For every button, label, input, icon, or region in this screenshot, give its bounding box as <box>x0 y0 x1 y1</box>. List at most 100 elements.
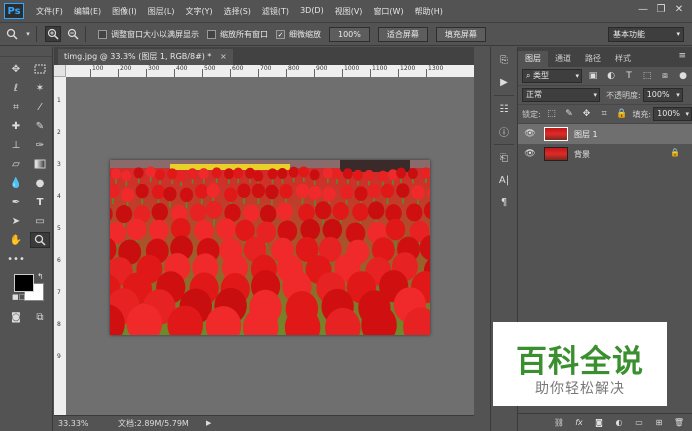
healing-brush-tool-icon[interactable]: ✚ <box>6 118 26 134</box>
fx-icon[interactable]: fx <box>572 417 586 429</box>
more-tools-icon[interactable]: ••• <box>6 251 26 267</box>
status-menu-arrow-icon[interactable]: ▶ <box>206 419 211 427</box>
move-tool-icon[interactable]: ✥ <box>6 61 26 77</box>
fit-screen-button[interactable]: 适合屏幕 <box>377 26 428 42</box>
filter-shape-icon[interactable]: ⬚ <box>640 69 654 83</box>
restore-button[interactable]: ❐ <box>652 3 670 17</box>
lock-artboard-icon[interactable]: ⌗ <box>597 107 611 121</box>
default-colors-icon[interactable]: ■□ <box>12 293 25 301</box>
zoom-in-icon[interactable] <box>45 26 61 42</box>
shape-tool-icon[interactable]: ▭ <box>30 213 50 229</box>
layer-filter-select[interactable]: ⌕ 类型 ▾ <box>522 69 582 83</box>
lock-transparent-icon[interactable]: ⬚ <box>545 107 559 121</box>
blur-tool-icon[interactable]: 💧 <box>6 175 26 191</box>
quick-mask-icon[interactable]: ◙ <box>6 309 26 325</box>
menu-layer[interactable]: 图层(L) <box>148 6 175 17</box>
scrubby-zoom-checkbox[interactable]: ✓ 细微缩放 <box>276 29 321 40</box>
lock-position-icon[interactable]: ✥ <box>580 107 594 121</box>
filter-adjustment-icon[interactable]: ◐ <box>604 69 618 83</box>
menu-3d[interactable]: 3D(D) <box>300 6 324 17</box>
ruler-corner[interactable] <box>54 65 66 77</box>
document-tab[interactable]: timg.jpg @ 33.3% (图层 1, RGB/8#) * × <box>58 49 233 65</box>
layer-name[interactable]: 图层 1 <box>574 129 598 140</box>
history-brush-tool-icon[interactable]: ✑ <box>30 137 50 153</box>
screen-mode-icon[interactable]: ⧉ <box>30 309 50 325</box>
resize-window-checkbox[interactable]: 调整窗口大小以满屏显示 <box>98 29 199 40</box>
panel-menu-icon[interactable]: ≡ <box>678 51 686 61</box>
zoom-level[interactable]: 33.33% <box>58 419 102 428</box>
menu-edit[interactable]: 编辑(E) <box>74 6 101 17</box>
filter-type-icon[interactable]: T <box>622 69 636 83</box>
eye-icon[interactable]: 👁 <box>522 149 538 159</box>
eyedropper-tool-icon[interactable]: ⁄ <box>30 99 50 115</box>
marquee-tool-icon[interactable] <box>30 61 50 77</box>
character-panel-icon[interactable]: A| <box>494 171 514 189</box>
swap-colors-icon[interactable]: ↰ <box>37 272 44 281</box>
zoom-out-icon[interactable] <box>65 26 81 42</box>
workspace-select[interactable]: 基本功能 ▾ <box>608 27 684 42</box>
layer-thumbnail[interactable] <box>544 127 568 141</box>
pen-tool-icon[interactable]: ✒ <box>6 194 26 210</box>
brush-tool-icon[interactable]: ✎ <box>30 118 50 134</box>
lasso-tool-icon[interactable]: ℓ <box>6 80 26 96</box>
opacity-input[interactable]: 100% ▾ <box>642 88 683 102</box>
minimize-button[interactable]: — <box>634 3 652 17</box>
menu-filter[interactable]: 滤镜(T) <box>262 6 289 17</box>
filter-pixel-icon[interactable]: ▣ <box>586 69 600 83</box>
menu-select[interactable]: 选择(S) <box>224 6 251 17</box>
clone-stamp-tool-icon[interactable]: ⊥ <box>6 137 26 153</box>
link-layers-icon[interactable]: ⛓ <box>552 417 566 429</box>
new-group-icon[interactable]: ▭ <box>632 417 646 429</box>
ruler-vertical[interactable]: 1 2 3 4 5 6 7 8 9 <box>54 77 66 415</box>
menu-type[interactable]: 文字(Y) <box>185 6 212 17</box>
crop-tool-icon[interactable]: ⌗ <box>6 99 26 115</box>
tulip-field-image[interactable] <box>110 160 430 335</box>
filter-toggle-icon[interactable]: ● <box>676 69 690 83</box>
properties-panel-icon[interactable]: ☷ <box>494 100 514 118</box>
zoom-all-checkbox[interactable]: 缩放所有窗口 <box>207 29 268 40</box>
info-panel-icon[interactable]: ⓘ <box>494 122 514 140</box>
filter-smart-object-icon[interactable]: ⧈ <box>658 69 672 83</box>
blend-mode-select[interactable]: 正常 ▾ <box>522 88 600 102</box>
eraser-tool-icon[interactable]: ▱ <box>6 156 26 172</box>
checkbox-box[interactable] <box>207 29 216 39</box>
path-selection-tool-icon[interactable]: ➤ <box>6 213 26 229</box>
paragraph-panel-icon[interactable]: ¶ <box>494 193 514 211</box>
tab-layers[interactable]: 图层 <box>518 51 548 67</box>
chevron-down-icon[interactable]: ▾ <box>24 26 32 42</box>
zoom-100-button[interactable]: 100% <box>329 26 370 42</box>
type-tool-icon[interactable]: T <box>30 194 50 210</box>
gradient-tool-icon[interactable] <box>30 156 50 172</box>
menu-help[interactable]: 帮助(H) <box>415 6 443 17</box>
new-layer-icon[interactable]: ⊞ <box>652 417 666 429</box>
menu-file[interactable]: 文件(F) <box>36 6 63 17</box>
dodge-tool-icon[interactable]: ● <box>30 175 50 191</box>
layer-row[interactable]: 👁 图层 1 <box>518 124 692 144</box>
clone-source-panel-icon[interactable]: ⎗ <box>494 149 514 167</box>
menu-view[interactable]: 视图(V) <box>335 6 363 17</box>
tab-styles[interactable]: 样式 <box>608 51 638 67</box>
panel-handle[interactable] <box>0 47 52 57</box>
close-tab-icon[interactable]: × <box>220 52 227 61</box>
fill-input[interactable]: 100% ▾ <box>653 107 692 121</box>
lock-image-icon[interactable]: ✎ <box>562 107 576 121</box>
tab-channels[interactable]: 通道 <box>548 51 578 67</box>
hand-tool-icon[interactable]: ✋ <box>6 232 26 248</box>
close-button[interactable]: ✕ <box>670 3 688 17</box>
checkbox-box-checked[interactable]: ✓ <box>276 29 285 39</box>
trash-icon[interactable]: 🗑 <box>672 417 686 429</box>
checkbox-box[interactable] <box>98 29 107 39</box>
eye-icon[interactable]: 👁 <box>522 129 538 139</box>
magic-wand-tool-icon[interactable]: ✶ <box>30 80 50 96</box>
ruler-horizontal[interactable]: 100 200 300 400 500 600 700 800 900 1000 1100 1200 1… <box>66 65 474 77</box>
layer-thumbnail[interactable] <box>544 147 568 161</box>
zoom-tool-icon[interactable] <box>30 232 50 248</box>
fill-screen-button[interactable]: 填充屏幕 <box>435 26 486 42</box>
layer-name[interactable]: 背景 <box>574 149 590 160</box>
zoom-tool-preset-icon[interactable] <box>4 26 20 42</box>
history-panel-icon[interactable]: ⎘ <box>494 51 514 69</box>
tab-paths[interactable]: 路径 <box>578 51 608 67</box>
layer-row[interactable]: 👁 背景 🔒 <box>518 144 692 164</box>
menu-window[interactable]: 窗口(W) <box>373 6 403 17</box>
lock-all-icon[interactable]: 🔒 <box>615 107 629 121</box>
